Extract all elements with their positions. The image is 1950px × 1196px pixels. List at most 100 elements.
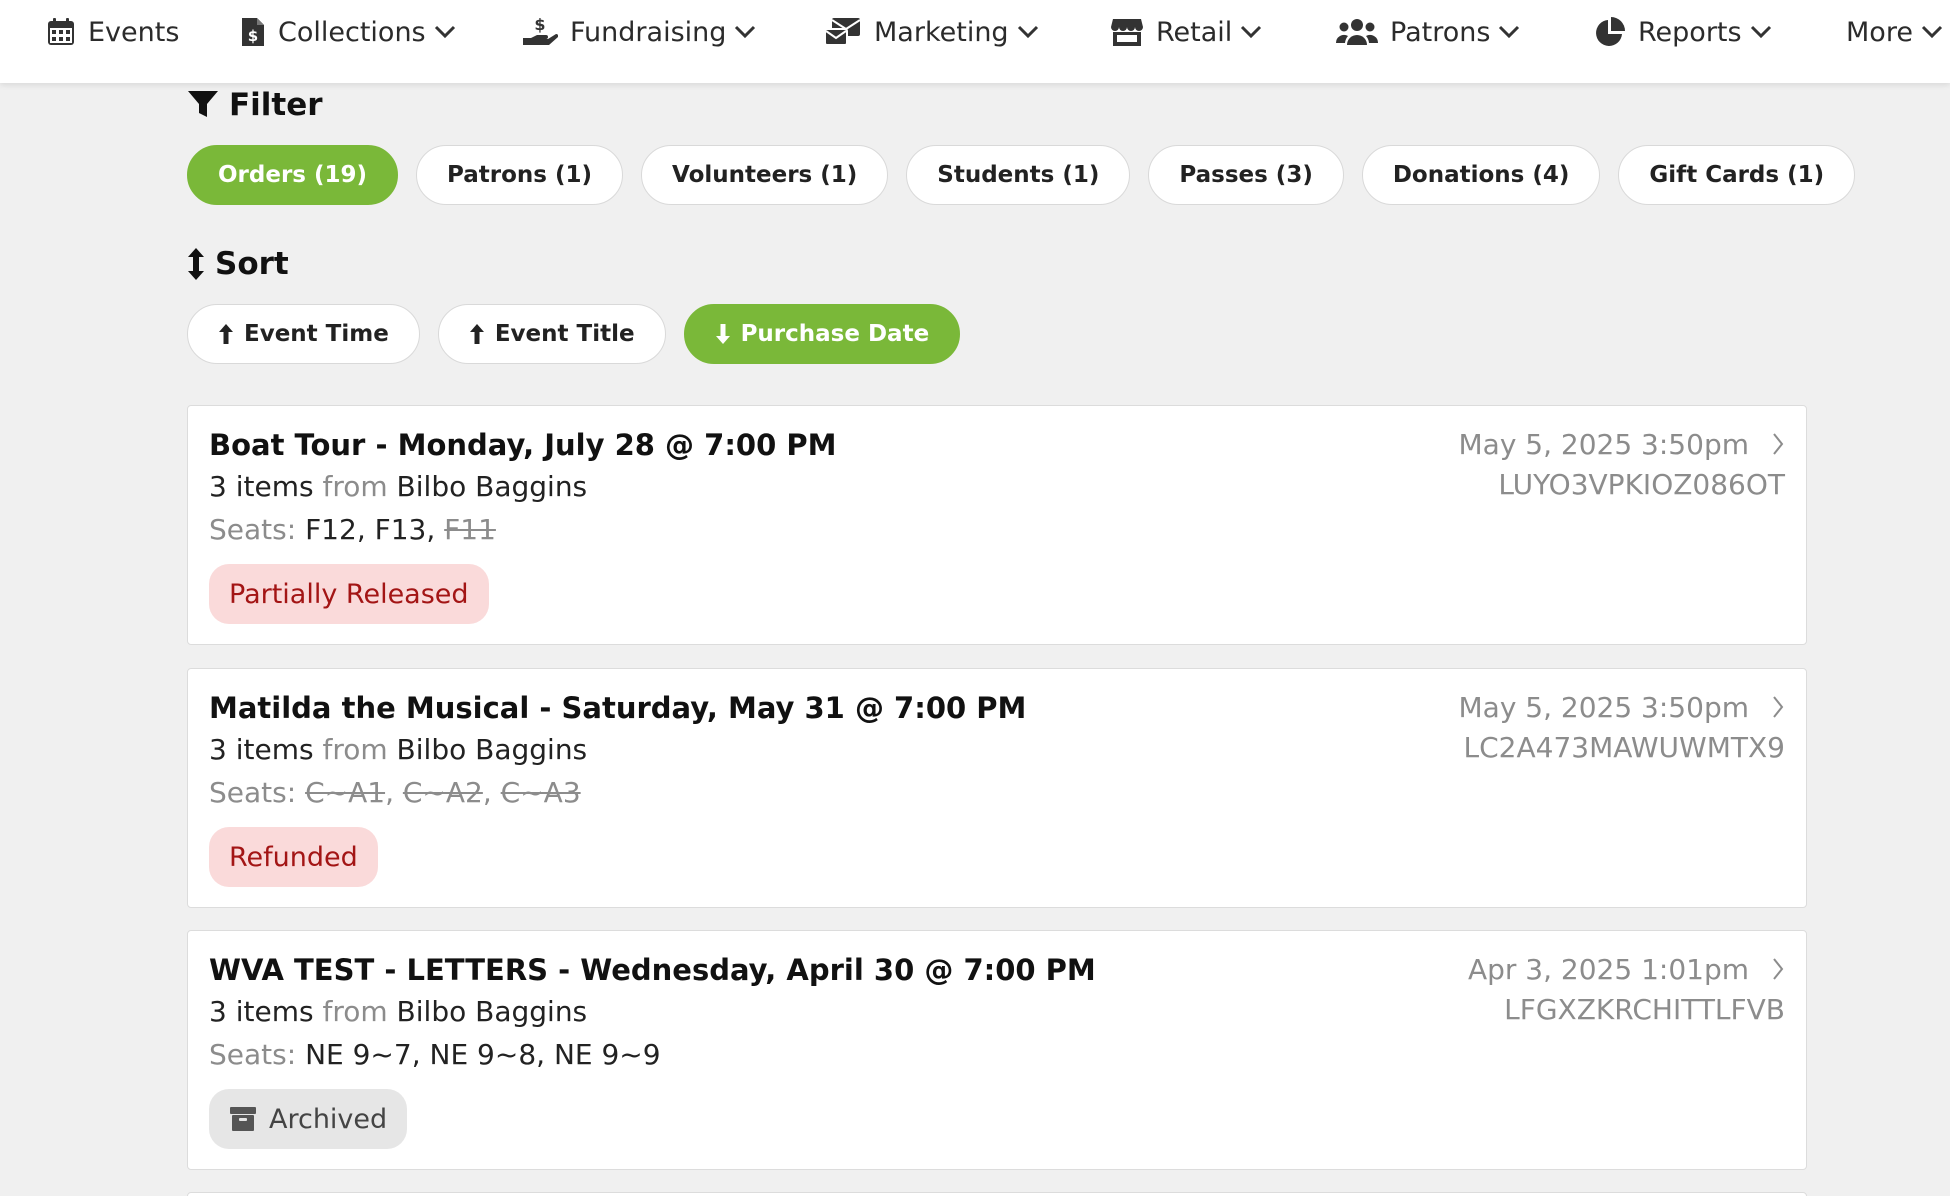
nav-item-marketing[interactable]: Marketing xyxy=(824,0,1039,64)
users-icon xyxy=(1336,17,1378,47)
seat-released: C~A1 xyxy=(305,776,386,809)
sort-vertical-icon xyxy=(187,247,205,281)
nav-item-reports[interactable]: Reports xyxy=(1594,0,1772,64)
chevron-down-icon xyxy=(1921,25,1943,39)
pill-label: Gift Cards (1) xyxy=(1649,162,1825,188)
nav-item-events[interactable]: Events xyxy=(46,0,179,64)
pill-label: Students (1) xyxy=(937,162,1100,188)
seat-released: F11 xyxy=(444,513,496,546)
nav-item-more[interactable]: More xyxy=(1846,0,1943,64)
order-seats-line: Seats: C~A1, C~A2, C~A3 xyxy=(209,776,581,809)
order-title: Matilda the Musical - Saturday, May 31 @… xyxy=(209,691,1027,725)
status-badge: Refunded xyxy=(209,827,378,887)
filter-pill-donations[interactable]: Donations (4) xyxy=(1361,145,1601,205)
nav-label: Patrons xyxy=(1390,16,1491,48)
filter-heading: Filter xyxy=(187,87,323,123)
order-card[interactable]: Matilda the Musical - Saturday, May 31 @… xyxy=(187,668,1807,908)
chevron-down-icon xyxy=(1750,25,1772,39)
svg-text:$: $ xyxy=(248,27,258,45)
filter-pill-orders[interactable]: Orders (19) xyxy=(187,145,399,205)
nav-label: Retail xyxy=(1156,16,1233,48)
order-seats-line: Seats: F12, F13, F11 xyxy=(209,513,496,546)
svg-text:$: $ xyxy=(534,16,545,34)
sort-heading-label: Sort xyxy=(215,246,289,282)
seat: F12, xyxy=(305,513,375,546)
pie-chart-icon xyxy=(1594,16,1626,48)
chevron-down-icon xyxy=(1498,25,1520,39)
filter-heading-label: Filter xyxy=(229,87,323,123)
order-items-line: 3 items from Bilbo Baggins xyxy=(209,733,587,766)
purchase-date: May 5, 2025 3:50pm xyxy=(1458,691,1750,724)
nav-label: Marketing xyxy=(874,16,1009,48)
chevron-down-icon xyxy=(1017,25,1039,39)
seats-label: Seats: xyxy=(209,513,297,546)
filter-pill-students[interactable]: Students (1) xyxy=(906,145,1131,205)
nav-item-patrons[interactable]: Patrons xyxy=(1336,0,1520,64)
from-label: from xyxy=(322,733,388,766)
filter-icon xyxy=(187,90,219,120)
chevron-down-icon xyxy=(1240,25,1262,39)
store-icon xyxy=(1110,17,1144,47)
order-card[interactable] xyxy=(187,1192,1807,1196)
seat-released: C~A3 xyxy=(500,776,581,809)
arrow-down-icon xyxy=(715,323,731,345)
order-code: LC2A473MAWUWMTX9 xyxy=(1463,731,1785,764)
arrow-up-icon xyxy=(469,323,485,345)
status-label: Archived xyxy=(269,1103,388,1135)
purchase-date: Apr 3, 2025 1:01pm xyxy=(1467,953,1749,986)
pill-label: Event Title xyxy=(494,321,635,347)
chevron-right-icon xyxy=(1772,432,1784,456)
order-title: WVA TEST - LETTERS - Wednesday, April 30… xyxy=(209,953,1096,987)
sort-pill-event-title[interactable]: Event Title xyxy=(437,304,666,364)
nav-label: More xyxy=(1846,16,1913,48)
pill-label: Event Time xyxy=(244,321,389,347)
from-label: from xyxy=(322,470,388,503)
sort-pill-group: Event Time Event Title Purchase Date xyxy=(187,304,961,364)
pill-label: Donations (4) xyxy=(1392,162,1570,188)
order-seats-line: Seats: NE 9~7, NE 9~8, NE 9~9 xyxy=(209,1038,661,1071)
sort-heading: Sort xyxy=(187,246,289,282)
seat-released: C~A2 xyxy=(402,776,483,809)
calendar-icon xyxy=(46,17,76,47)
pill-label: Patrons (1) xyxy=(447,162,593,188)
status-label: Partially Released xyxy=(229,578,469,610)
chevron-down-icon xyxy=(734,25,756,39)
seats-label: Seats: xyxy=(209,776,297,809)
hand-holding-dollar-icon: $ xyxy=(522,16,558,48)
filter-pill-group: Orders (19) Patrons (1) Volunteers (1) S… xyxy=(187,145,1856,205)
status-badge: Partially Released xyxy=(209,564,489,624)
nav-item-fundraising[interactable]: $ Fundraising xyxy=(522,0,756,64)
invoice-dollar-icon: $ xyxy=(240,16,266,48)
order-items-line: 3 items from Bilbo Baggins xyxy=(209,470,587,503)
order-items-line: 3 items from Bilbo Baggins xyxy=(209,995,587,1028)
pill-label: Passes (3) xyxy=(1179,162,1313,188)
patron-name: Bilbo Baggins xyxy=(396,733,588,766)
pill-label: Orders (19) xyxy=(218,162,368,188)
items-count: 3 items xyxy=(209,733,314,766)
nav-label: Events xyxy=(88,16,180,48)
order-code: LFGXZKRCHITTLFVB xyxy=(1504,993,1785,1026)
nav-item-collections[interactable]: $ Collections xyxy=(240,0,456,64)
items-count: 3 items xyxy=(209,995,314,1028)
seat-separator: , xyxy=(385,776,403,809)
nav-label: Reports xyxy=(1638,16,1742,48)
order-card[interactable]: WVA TEST - LETTERS - Wednesday, April 30… xyxy=(187,930,1807,1170)
patron-name: Bilbo Baggins xyxy=(396,470,588,503)
nav-item-retail[interactable]: Retail xyxy=(1110,0,1262,64)
pill-label: Volunteers (1) xyxy=(672,162,858,188)
order-card[interactable]: Boat Tour - Monday, July 28 @ 7:00 PM 3 … xyxy=(187,405,1807,645)
filter-pill-volunteers[interactable]: Volunteers (1) xyxy=(641,145,889,205)
filter-pill-passes[interactable]: Passes (3) xyxy=(1148,145,1344,205)
filter-pill-gift-cards[interactable]: Gift Cards (1) xyxy=(1618,145,1856,205)
seat: NE 9~8, xyxy=(429,1038,554,1071)
arrow-up-icon xyxy=(218,323,234,345)
top-navigation-bar: Events $ Collections $ Fundraising Marke… xyxy=(0,0,1950,83)
seat-separator: , xyxy=(482,776,501,809)
pill-label: Purchase Date xyxy=(740,321,930,347)
sort-pill-purchase-date[interactable]: Purchase Date xyxy=(683,304,961,364)
chevron-right-icon xyxy=(1772,957,1784,981)
filter-pill-patrons[interactable]: Patrons (1) xyxy=(416,145,624,205)
items-count: 3 items xyxy=(209,470,314,503)
from-label: from xyxy=(322,995,388,1028)
sort-pill-event-time[interactable]: Event Time xyxy=(187,304,420,364)
